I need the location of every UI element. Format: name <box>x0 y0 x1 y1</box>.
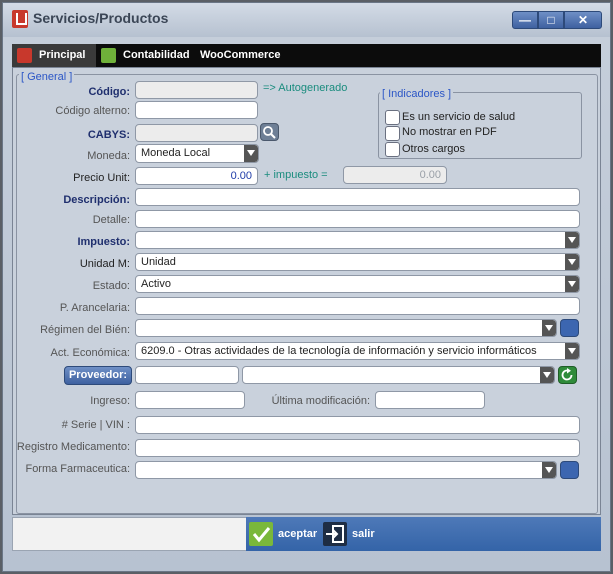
impuesto-label: Impuesto: <box>77 236 130 248</box>
main-panel: [ General ] [ Indicadores ] Es un servic… <box>12 67 601 515</box>
ultima-mod-label: Última modificación: <box>271 395 370 407</box>
refresh-icon <box>561 368 573 381</box>
chevron-down-icon[interactable] <box>542 462 556 478</box>
general-group-title: [ General ] <box>19 71 75 83</box>
impuesto-select[interactable] <box>135 231 580 249</box>
codigo-hint: => Autogenerado <box>263 82 348 94</box>
minimize-button[interactable]: — <box>512 11 538 29</box>
window-title: Servicios/Productos <box>33 10 169 26</box>
checkbox-label: Otros cargos <box>402 143 465 155</box>
tab-bar: Principal Contabilidad WooCommerce <box>12 44 601 67</box>
chevron-down-icon[interactable] <box>565 343 579 359</box>
detalle-input[interactable] <box>135 210 580 228</box>
exit-button[interactable]: salir <box>322 517 382 551</box>
codigo-input[interactable] <box>135 81 258 99</box>
precio-input[interactable]: 0.00 <box>135 167 258 185</box>
estado-value: Activo <box>141 278 171 290</box>
action-bar: aceptar salir <box>246 517 601 551</box>
exit-icon <box>323 522 347 546</box>
app-icon <box>12 10 28 28</box>
actividad-select[interactable]: 6209.0 - Otras actividades de la tecnolo… <box>135 342 580 360</box>
search-icon <box>263 126 276 139</box>
unidad-select[interactable]: Unidad <box>135 253 580 271</box>
moneda-select[interactable]: Moneda Local <box>135 144 259 163</box>
chevron-down-icon[interactable] <box>565 276 579 292</box>
total-input[interactable]: 0.00 <box>343 166 447 184</box>
serie-label: # Serie | VIN : <box>61 419 130 431</box>
serie-input[interactable] <box>135 416 580 434</box>
impuesto-hint: + impuesto = <box>264 169 328 181</box>
cabys-input[interactable] <box>135 124 258 142</box>
codigo-label: Código: <box>88 86 130 98</box>
chevron-down-icon[interactable] <box>565 232 579 248</box>
actividad-value: 6209.0 - Otras actividades de la tecnolo… <box>141 345 537 357</box>
forma-label: Forma Farmaceutica: <box>25 463 130 475</box>
tab-principal[interactable]: Principal <box>12 44 96 67</box>
detalle-label: Detalle: <box>92 214 130 226</box>
codigo-alterno-label: Código alterno: <box>55 105 130 117</box>
moneda-value: Moneda Local <box>141 147 211 159</box>
arancelaria-label: P. Arancelaria: <box>59 302 130 314</box>
checkbox-label: Es un servicio de salud <box>402 111 516 123</box>
ingreso-input[interactable] <box>135 391 245 409</box>
dialog-window: Servicios/Productos — □ ✕ Principal Cont… <box>2 2 611 572</box>
proveedor-select[interactable] <box>242 366 555 384</box>
close-button[interactable]: ✕ <box>564 11 602 29</box>
title-bar[interactable]: Servicios/Productos — □ ✕ <box>3 3 610 37</box>
descripcion-input[interactable] <box>135 188 580 206</box>
chart-icon <box>101 48 116 63</box>
tab-woocommerce[interactable]: WooCommerce <box>198 44 288 67</box>
checkbox-servicio-salud[interactable] <box>385 110 400 125</box>
chevron-down-icon[interactable] <box>565 254 579 270</box>
arancelaria-input[interactable] <box>135 297 580 315</box>
unidad-label: Unidad M: <box>79 258 130 270</box>
store-icon <box>17 48 32 63</box>
refresh-button[interactable] <box>558 366 577 384</box>
moneda-label: Moneda: <box>87 150 130 162</box>
search-button[interactable] <box>260 123 279 141</box>
checkbox-label: No mostrar en PDF <box>402 126 497 138</box>
actividad-label: Act. Económica: <box>50 347 130 359</box>
estado-label: Estado: <box>92 280 130 292</box>
checkbox-no-pdf[interactable] <box>385 126 400 141</box>
regimen-label: Régimen del Bién: <box>40 324 130 336</box>
regimen-extra-button[interactable] <box>560 319 579 337</box>
precio-label: Precio Unit: <box>73 172 130 184</box>
indicadores-group-title: [ Indicadores ] <box>380 88 454 100</box>
codigo-alterno-input[interactable] <box>135 101 258 119</box>
maximize-button[interactable]: □ <box>538 11 564 29</box>
cabys-label: CABYS: <box>87 129 130 141</box>
ultima-mod-input[interactable] <box>375 391 485 409</box>
registro-label: Registro Medicamento: <box>16 441 130 453</box>
tab-contabilidad[interactable]: Contabilidad <box>98 44 193 67</box>
checkbox-otros-cargos[interactable] <box>385 142 400 157</box>
accept-button[interactable]: aceptar <box>246 517 320 551</box>
chevron-down-icon[interactable] <box>540 367 554 383</box>
ingreso-label: Ingreso: <box>90 395 130 407</box>
regimen-select[interactable] <box>135 319 557 337</box>
forma-extra-button[interactable] <box>560 461 579 479</box>
forma-select[interactable] <box>135 461 557 479</box>
proveedor-code-input[interactable] <box>135 366 239 384</box>
registro-input[interactable] <box>135 439 580 457</box>
chevron-down-icon[interactable] <box>542 320 556 336</box>
checkmark-icon <box>249 522 273 546</box>
estado-select[interactable]: Activo <box>135 275 580 293</box>
descripcion-label: Descripción: <box>63 194 130 206</box>
chevron-down-icon[interactable] <box>244 145 258 162</box>
proveedor-button[interactable]: Proveedor: <box>64 366 132 385</box>
unidad-value: Unidad <box>141 256 176 268</box>
